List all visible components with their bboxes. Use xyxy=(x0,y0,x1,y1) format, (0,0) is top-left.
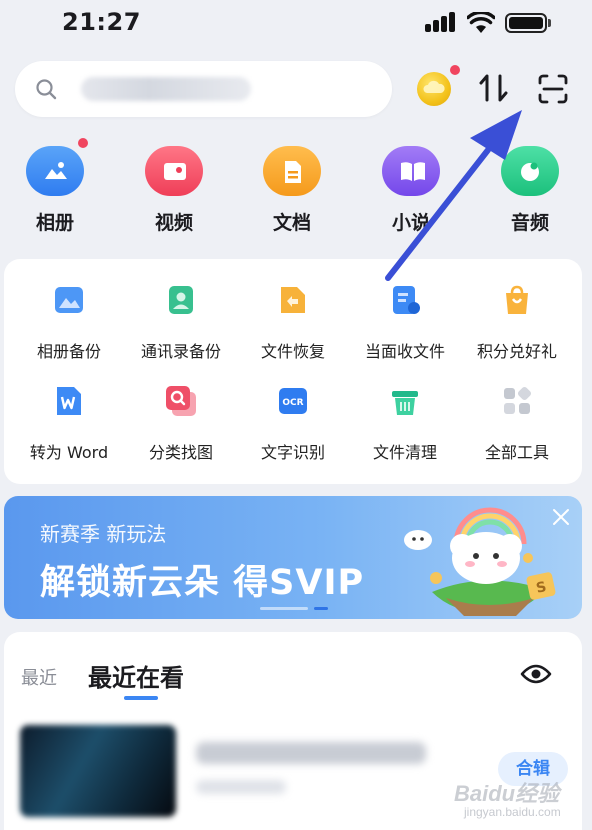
eye-icon[interactable] xyxy=(520,660,552,688)
tools-card: 相册备份 通讯录备份 文件恢复 当面收文件 积分兑好礼 转为 Word 分类找图… xyxy=(4,259,582,484)
tab-recently-watched[interactable]: 最近在看 xyxy=(88,658,184,693)
status-bar: 21:27 xyxy=(0,0,592,50)
ocr-icon: OCR xyxy=(279,388,307,414)
wifi-icon xyxy=(467,12,495,33)
transfer-icon[interactable] xyxy=(476,70,512,106)
tool-label: 当面收文件 xyxy=(364,342,445,361)
file-restore-icon xyxy=(281,287,305,313)
tool-label: 积分兑好礼 xyxy=(476,342,557,361)
category-audio[interactable]: 音频 xyxy=(490,146,570,236)
contacts-backup-icon xyxy=(169,286,193,314)
category-label: 文档 xyxy=(272,212,311,234)
tool-label: 全部工具 xyxy=(484,443,549,462)
video-icon xyxy=(145,146,203,196)
category-label: 音频 xyxy=(510,212,549,234)
banner-pager xyxy=(260,607,330,611)
document-icon xyxy=(263,146,321,196)
tool-contacts-backup[interactable]: 通讯录备份 xyxy=(122,284,240,374)
cloud-mascot-illustration: S xyxy=(404,507,556,616)
search-box[interactable] xyxy=(15,61,392,117)
category-label: 视频 xyxy=(154,212,193,234)
all-tools-icon xyxy=(504,386,532,414)
video-title-blurred xyxy=(196,742,426,764)
banner-subtitle: 新赛季 新玩法 xyxy=(40,522,167,546)
cellular-signal-icon xyxy=(425,12,459,32)
file-cleanup-icon xyxy=(392,391,418,415)
active-tab-indicator xyxy=(124,696,158,700)
category-album[interactable]: 相册 xyxy=(15,138,95,236)
category-document[interactable]: 文档 xyxy=(252,146,332,236)
tool-label: 相册备份 xyxy=(36,342,101,361)
promo-banner[interactable]: 新赛季 新玩法 解锁新云朵 得SVIP S xyxy=(4,496,582,619)
tool-photo-backup[interactable]: 相册备份 xyxy=(10,284,128,374)
category-video[interactable]: 视频 xyxy=(134,146,214,236)
points-gift-icon xyxy=(506,285,528,314)
photo-backup-icon xyxy=(55,287,83,313)
close-icon[interactable] xyxy=(550,506,572,528)
tool-label: 通讯录备份 xyxy=(140,342,221,361)
video-meta-blurred xyxy=(196,780,286,794)
tool-image-search[interactable]: 分类找图 xyxy=(122,385,240,475)
scan-icon[interactable] xyxy=(536,72,570,106)
image-search-icon xyxy=(166,386,196,416)
convert-word-icon xyxy=(57,387,81,415)
category-label: 小说 xyxy=(391,212,430,234)
coin-button[interactable] xyxy=(417,72,451,106)
search-icon xyxy=(36,79,57,100)
audio-icon xyxy=(501,146,559,196)
battery-cap xyxy=(548,19,551,27)
tool-label: 文件恢复 xyxy=(260,342,325,361)
tool-label: 文字识别 xyxy=(260,443,325,462)
tool-all-tools[interactable]: 全部工具 xyxy=(458,385,576,475)
video-thumbnail[interactable] xyxy=(20,725,176,817)
tool-label: 分类找图 xyxy=(148,443,213,462)
tool-label: 转为 Word xyxy=(29,443,109,462)
tool-points-gift[interactable]: 积分兑好礼 xyxy=(458,284,576,374)
watermark-url: jingyan.baidu.com xyxy=(464,805,561,819)
tool-convert-word[interactable]: 转为 Word xyxy=(10,385,128,475)
svg-text:OCR: OCR xyxy=(282,398,303,408)
tool-file-cleanup[interactable]: 文件清理 xyxy=(346,385,464,475)
book-icon xyxy=(382,146,440,196)
banner-title: 解锁新云朵 得SVIP xyxy=(40,563,365,603)
tab-recent[interactable]: 最近 xyxy=(21,664,57,690)
battery-icon xyxy=(505,13,547,33)
notification-dot xyxy=(450,65,460,75)
search-placeholder-blurred xyxy=(81,77,251,101)
tool-ocr[interactable]: OCR 文字识别 xyxy=(234,385,352,475)
category-novel[interactable]: 小说 xyxy=(371,146,451,236)
tool-file-restore[interactable]: 文件恢复 xyxy=(234,284,352,374)
receive-file-icon xyxy=(393,286,420,314)
category-label: 相册 xyxy=(35,212,74,234)
watermark-brand: Baidu经验 xyxy=(454,781,560,806)
tool-label: 文件清理 xyxy=(372,443,437,462)
photo-album-icon xyxy=(26,138,88,196)
category-badge-dot xyxy=(78,138,88,148)
tool-receive-file[interactable]: 当面收文件 xyxy=(346,284,464,374)
cloud-coin-icon xyxy=(423,80,445,93)
status-time: 21:27 xyxy=(62,8,141,36)
